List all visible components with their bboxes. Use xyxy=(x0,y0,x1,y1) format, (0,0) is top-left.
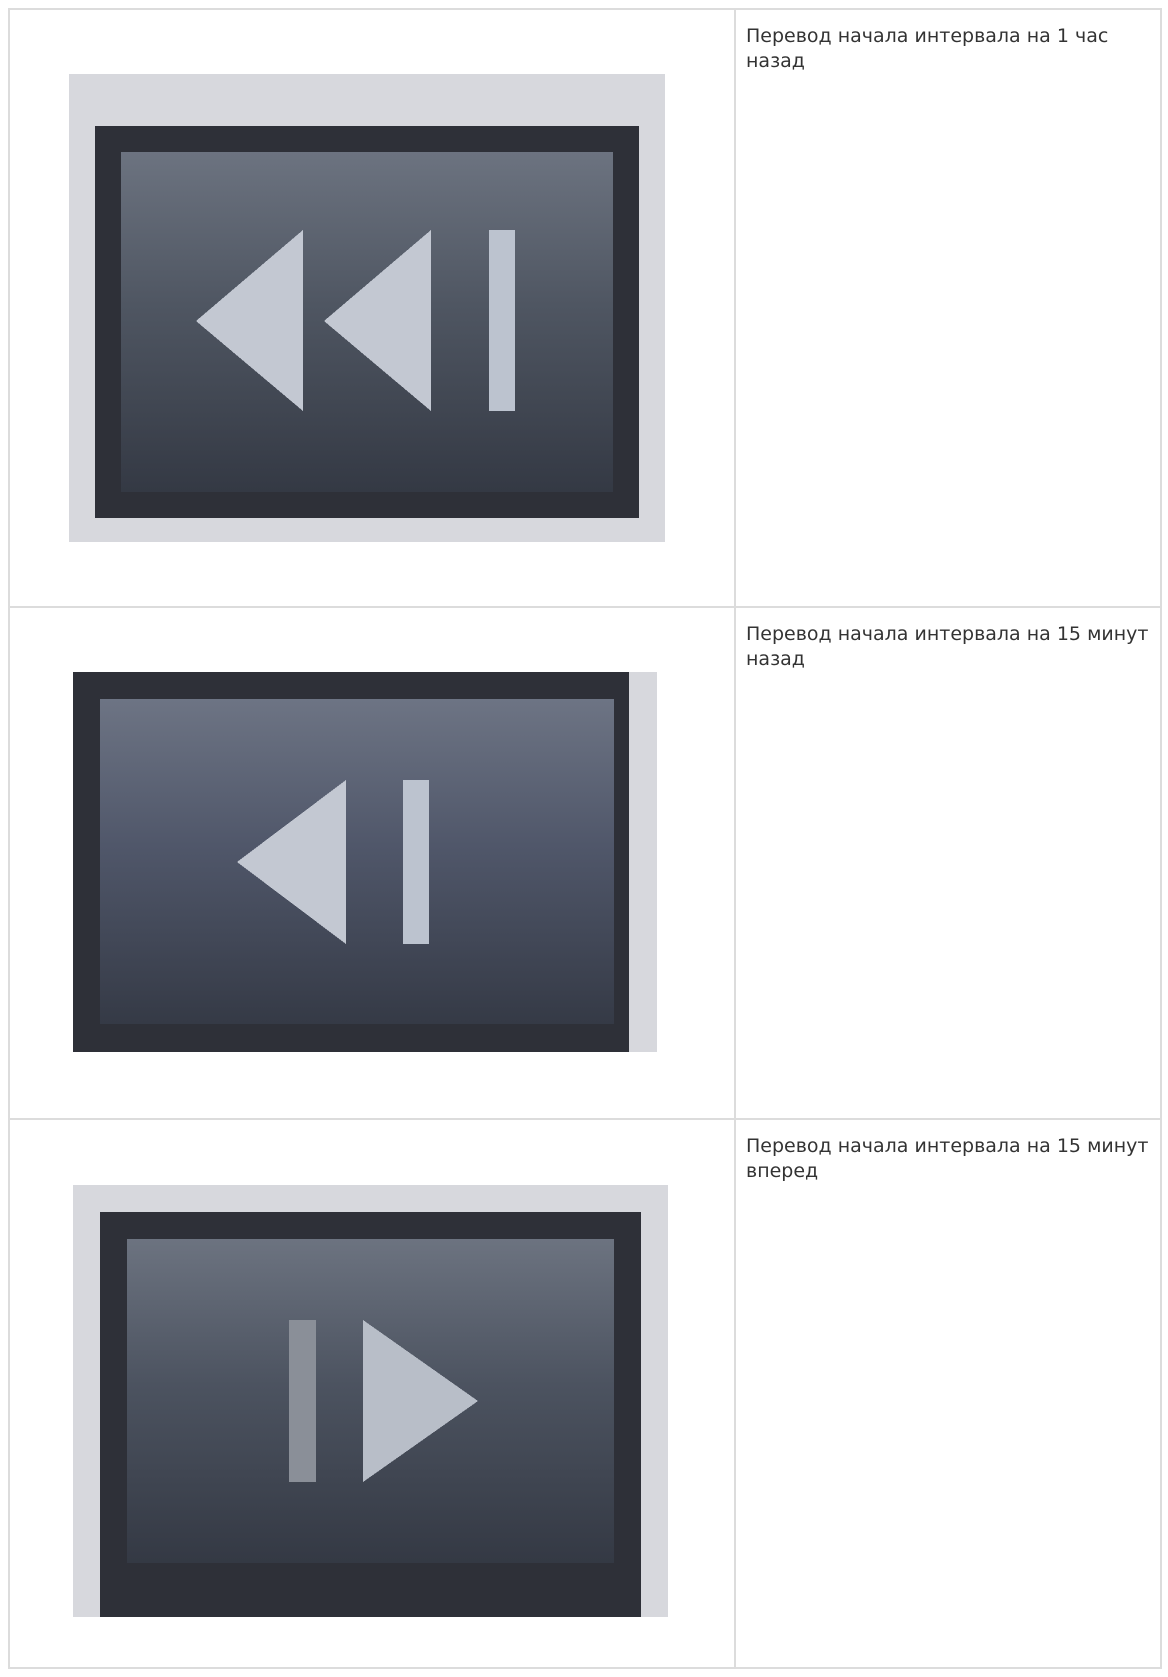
description-text: Перевод начала интервала на 15 минут впе… xyxy=(746,1135,1149,1182)
table-row: Перевод начала интервала на 15 минут впе… xyxy=(8,1118,1162,1669)
description-cell: Перевод начала интервала на 15 минут впе… xyxy=(734,1118,1162,1669)
description-cell: Перевод начала интервала на 15 минут наз… xyxy=(734,606,1162,1120)
description-text: Перевод начала интервала на 15 минут наз… xyxy=(746,623,1149,670)
icon-description-table: Перевод начала интервала на 1 час назад xyxy=(8,8,1162,1669)
step-15-minutes-forward-icon xyxy=(73,1185,668,1617)
step-15-minutes-back-icon xyxy=(73,672,657,1052)
icon-cell xyxy=(8,1118,736,1669)
description-text: Перевод начала интервала на 1 час назад xyxy=(746,25,1109,72)
icon-cell xyxy=(8,8,736,608)
rewind-1-hour-back-icon xyxy=(69,74,665,542)
description-cell: Перевод начала интервала на 1 час назад xyxy=(734,8,1162,608)
icon-cell xyxy=(8,606,736,1120)
table-row: Перевод начала интервала на 1 час назад xyxy=(8,8,1162,608)
table-row: Перевод начала интервала на 15 минут наз… xyxy=(8,606,1162,1120)
